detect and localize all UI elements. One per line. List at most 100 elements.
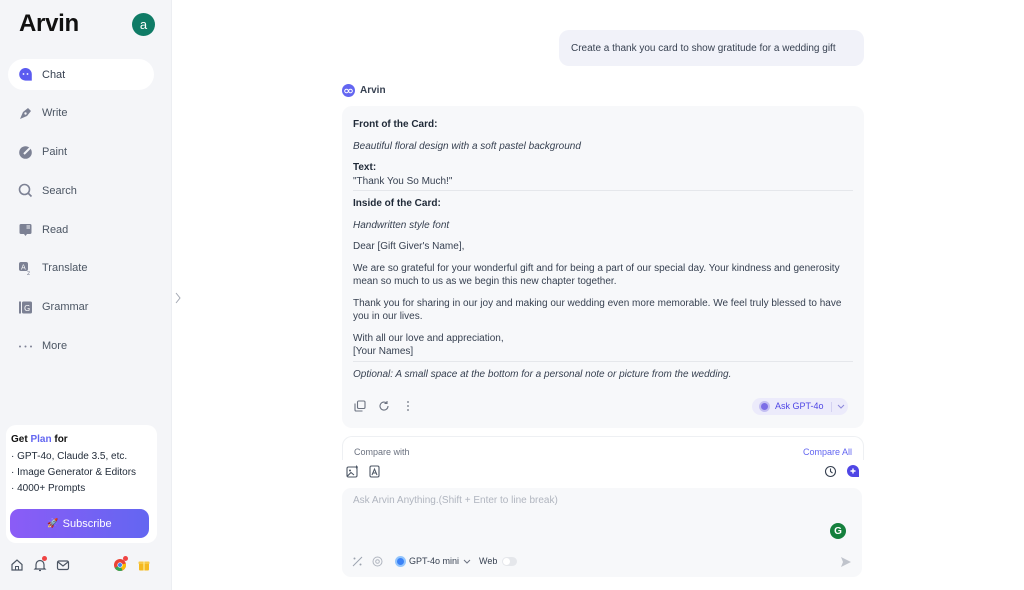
web-search-toggle[interactable] — [502, 556, 518, 566]
composer-toolbar — [342, 462, 864, 480]
sidebar-item-more[interactable]: More — [8, 331, 154, 362]
image-upload-icon[interactable] — [345, 464, 359, 478]
new-chat-icon[interactable] — [846, 464, 860, 478]
chrome-icon[interactable] — [113, 556, 128, 572]
paint-brush-icon — [18, 145, 33, 160]
greeting: Dear [Gift Giver's Name], — [353, 241, 465, 252]
mail-icon[interactable] — [56, 558, 70, 572]
promo-feature: · 4000+ Prompts — [11, 483, 86, 494]
pen-icon — [18, 106, 33, 121]
pdf-upload-icon[interactable] — [367, 464, 381, 478]
notification-dot — [123, 556, 128, 561]
sidebar-item-read[interactable]: Read — [8, 214, 154, 245]
compare-with-label: Compare with — [354, 447, 410, 457]
sidebar-nav: Chat Write Paint Search Read A z Transla… — [8, 59, 154, 369]
search-icon — [18, 183, 33, 198]
svg-text:z: z — [27, 270, 30, 276]
model-name: GPT-4o mini — [409, 556, 460, 566]
compare-all-link[interactable]: Compare All — [803, 447, 852, 457]
ask-gpt-button[interactable]: Ask GPT-4o — [752, 398, 848, 415]
sidebar-item-write[interactable]: Write — [8, 98, 154, 129]
paragraph-2: Thank you for sharing in our joy and mak… — [353, 297, 842, 323]
svg-text:G: G — [24, 304, 30, 313]
arvin-logo-icon — [342, 84, 355, 97]
user-avatar[interactable]: a — [132, 13, 155, 36]
compare-panel: Compare with Compare All — [342, 436, 864, 460]
sidebar-collapse-toggle[interactable] — [173, 290, 183, 306]
web-label: Web — [479, 556, 498, 566]
bot-response-card: Front of the Card: Beautiful floral desi… — [342, 106, 864, 428]
response-actions — [353, 399, 415, 413]
sidebar-item-label: More — [42, 340, 68, 353]
bot-name: Arvin — [360, 85, 386, 96]
sidebar-item-label: Translate — [42, 262, 88, 275]
ask-gpt-label: Ask GPT-4o — [775, 400, 824, 411]
copy-icon[interactable] — [353, 399, 367, 413]
user-message-bubble: Create a thank you card to show gratitud… — [559, 30, 864, 66]
more-vertical-icon[interactable] — [401, 399, 415, 413]
model-selector[interactable]: GPT-4o mini — [395, 555, 471, 567]
promo-feature: · GPT-4o, Claude 3.5, etc. — [11, 451, 128, 462]
sidebar-item-label: Write — [42, 107, 68, 120]
user-message-text: Create a thank you card to show gratitud… — [571, 42, 836, 54]
divider — [353, 360, 853, 362]
regenerate-icon[interactable] — [377, 399, 391, 413]
gpt-model-icon — [759, 401, 770, 412]
chat-bubble-icon — [18, 67, 33, 82]
chevron-down-icon — [463, 559, 471, 564]
history-icon[interactable] — [823, 464, 837, 478]
signature: [Your Names] — [353, 346, 414, 357]
grammarly-icon[interactable]: G — [830, 523, 846, 539]
sidebar-item-translate[interactable]: Az Translate — [8, 253, 154, 284]
paragraph-1: We are so grateful for your wonderful gi… — [353, 262, 840, 288]
book-icon — [18, 222, 33, 237]
front-design: Beautiful floral design with a soft past… — [353, 140, 581, 152]
subscribe-label: Subscribe — [62, 517, 112, 530]
rocket-icon: 🚀 — [47, 518, 59, 528]
mention-icon[interactable] — [372, 556, 383, 567]
model-icon — [395, 555, 406, 567]
closing: With all our love and appreciation, — [353, 332, 504, 344]
app-root: Arvin a Chat Write Paint Search Read A z… — [0, 0, 1024, 590]
sidebar-footer — [10, 556, 155, 576]
composer-options: GPT-4o mini Web — [352, 554, 518, 568]
promo-title-suffix: for — [54, 434, 68, 445]
inside-heading: Inside of the Card: — [353, 198, 441, 209]
composer: G GPT-4o mini Web — [342, 488, 862, 577]
promo-feature: · Image Generator & Editors — [11, 467, 137, 478]
home-icon[interactable] — [10, 558, 24, 572]
text-label: Text: — [353, 162, 377, 173]
notification-dot — [42, 556, 47, 561]
message-input[interactable] — [353, 495, 823, 515]
promo-title: Get Plan for — [11, 434, 157, 445]
sidebar-item-search[interactable]: Search — [8, 175, 154, 206]
promo-plan-link[interactable]: Plan — [30, 434, 51, 445]
front-heading: Front of the Card: — [353, 119, 438, 130]
prompt-magic-icon[interactable] — [352, 556, 363, 567]
sidebar-item-grammar[interactable]: G Grammar — [8, 292, 154, 323]
grammar-icon: G — [18, 300, 33, 315]
sidebar-item-label: Read — [42, 223, 69, 236]
optional-note: Optional: A small space at the bottom fo… — [353, 368, 732, 380]
divider — [353, 190, 853, 191]
send-icon[interactable] — [840, 555, 852, 567]
sidebar: Arvin a Chat Write Paint Search Read A z… — [0, 0, 172, 590]
svg-text:A: A — [21, 263, 26, 271]
sidebar-item-label: Chat — [42, 68, 66, 81]
bell-icon[interactable] — [33, 556, 47, 572]
gift-icon[interactable] — [137, 558, 151, 572]
promo-title-prefix: Get — [11, 434, 28, 445]
sidebar-item-chat[interactable]: Chat — [8, 59, 154, 90]
text-value: "Thank You So Much!" — [353, 175, 453, 187]
sidebar-item-label: Search — [42, 184, 77, 197]
chevron-down-icon[interactable] — [837, 400, 845, 414]
sidebar-item-paint[interactable]: Paint — [8, 137, 154, 168]
translate-icon: Az — [18, 261, 33, 276]
sidebar-item-label: Paint — [42, 146, 68, 159]
bot-header: Arvin — [342, 84, 386, 97]
more-dots-icon — [18, 339, 33, 354]
inside-font: Handwritten style font — [353, 219, 450, 231]
divider — [830, 401, 832, 412]
sidebar-item-label: Grammar — [42, 301, 89, 314]
subscribe-button[interactable]: 🚀 Subscribe — [10, 509, 149, 538]
